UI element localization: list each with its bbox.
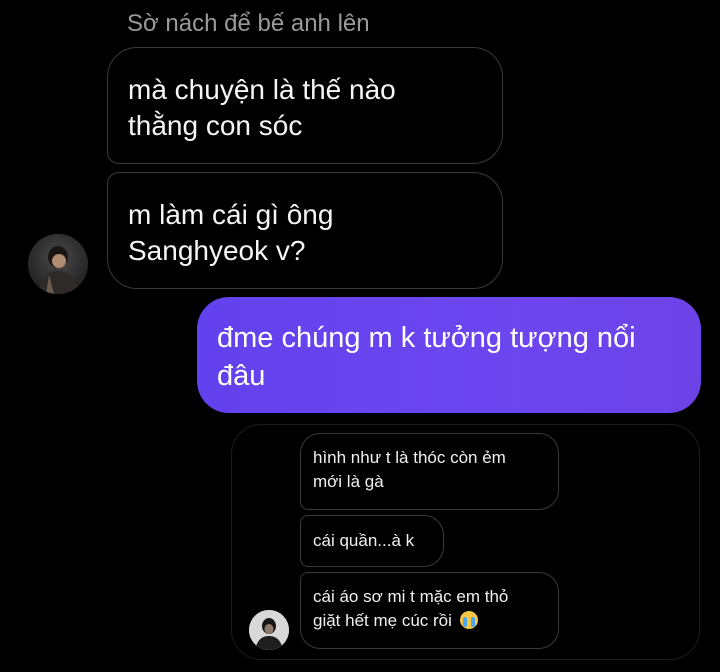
shared-message-bubble: cái áo sơ mi t mặc em thỏ giặt hết mẹ cú… (300, 572, 559, 649)
message-text-line: mà chuyện là thế nào (128, 74, 396, 105)
message-text-line: đme chúng m k tưởng tượng nổi (217, 322, 636, 354)
sender-avatar[interactable] (28, 234, 88, 294)
user-photo-icon (28, 234, 88, 294)
message-text-line: Sanghyeok v? (128, 235, 306, 266)
message-text-line: cái áo sơ mi t mặc em thỏ (313, 587, 509, 606)
message-text: giặt hết mẹ cúc rồi (313, 611, 452, 630)
incoming-message-bubble[interactable]: m làm cái gì ông Sanghyeok v? (107, 172, 503, 289)
shared-sender-avatar (249, 610, 289, 650)
user-photo-icon (249, 610, 289, 650)
message-text-line: hình như t là thóc còn ẻm (313, 448, 506, 467)
incoming-message-bubble[interactable]: mà chuyện là thế nào thằng con sóc (107, 47, 503, 164)
message-text-line: thằng con sóc (128, 110, 303, 141)
message-text-line: đâu (217, 360, 266, 392)
shared-message-bubble: hình như t là thóc còn ẻm mới là gà (300, 433, 559, 510)
sender-name: Sờ nách để bế anh lên (127, 10, 370, 37)
message-text-line: m làm cái gì ông (128, 199, 334, 230)
outgoing-message-bubble[interactable]: đme chúng m k tưởng tượng nổi đâu (197, 297, 701, 413)
message-text-line: giặt hết mẹ cúc rồi (313, 609, 546, 633)
message-text-line: mới là gà (313, 472, 384, 491)
shared-message-bubble: cái quần...à k (300, 515, 444, 567)
message-text-line: cái quần...à k (313, 531, 415, 550)
loudly-crying-face-emoji-icon (459, 611, 478, 629)
shared-screenshot-card[interactable]: hình như t là thóc còn ẻm mới là gà cái … (231, 424, 700, 660)
